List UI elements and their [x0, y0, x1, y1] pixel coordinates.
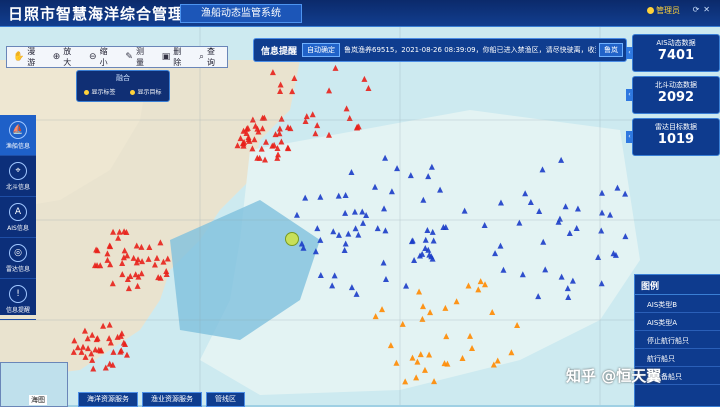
- legend-item: AIS类型B: [635, 295, 720, 313]
- stat-value: 7401: [657, 48, 695, 63]
- zoom-out-icon: ⊖: [89, 52, 97, 62]
- boat-icon: ⛵: [9, 120, 27, 139]
- minimap[interactable]: 海图: [0, 362, 68, 407]
- stat-label: 雷达目标数据: [655, 123, 697, 131]
- tool-label: 删除: [173, 47, 182, 67]
- location-pin-icon: ⌖: [9, 161, 27, 180]
- map-toolbar: ✋ 漫游 ⊕ 放大 ⊖ 缩小 ✎ 测量 ▣ 删除 ⌕ 查询: [6, 46, 228, 68]
- stat-label: 北斗动态数据: [655, 81, 697, 89]
- zoom-in-icon: ⊕: [52, 52, 61, 62]
- legend-item: AIS类型A: [635, 313, 720, 331]
- layer-option-labels[interactable]: 显示标签: [84, 87, 116, 96]
- ruler-icon: ✎: [125, 52, 133, 62]
- stat-label: AIS动态数据: [656, 39, 696, 47]
- sidebar-item-ais[interactable]: A AIS信息: [0, 197, 36, 238]
- delete-icon: ▣: [161, 52, 171, 62]
- tool-measure[interactable]: ✎ 测量: [119, 47, 155, 67]
- minimap-label: 海图: [29, 395, 47, 405]
- sidebar-item-label: 渔船信息: [5, 142, 30, 150]
- auto-confirm-button[interactable]: 自动确定: [302, 43, 341, 57]
- radio-icon: [84, 90, 90, 95]
- stat-value: 2092: [657, 90, 695, 105]
- header-bar: 日照市智慧海洋综合管理平台 渔船动态监管系统 管理员 ⟳✕: [0, 0, 720, 27]
- tool-zoom-out[interactable]: ⊖ 缩小: [83, 47, 119, 67]
- search-icon: ⌕: [198, 52, 205, 62]
- sidebar-item-label: 信息提醒: [5, 306, 30, 314]
- watermark: 知乎 @恒天翼: [566, 367, 662, 385]
- legend-item: 停止航行船只: [635, 331, 720, 349]
- tool-label: 查询: [207, 47, 216, 67]
- sidebar-item-fishing-boats[interactable]: ⛵ 渔船信息: [0, 115, 36, 156]
- window-controls[interactable]: ⟳✕: [693, 5, 714, 14]
- layer-option-label: 显示标签: [91, 89, 116, 96]
- user-icon: [647, 7, 654, 14]
- radar-icon: ◎: [9, 243, 27, 262]
- tool-label: 测量: [135, 47, 144, 67]
- sidebar-item-beidou[interactable]: ⌖ 北斗信息: [0, 156, 36, 197]
- stat-radar[interactable]: ‹ 雷达目标数据 1019: [626, 118, 720, 156]
- info-alert-label: 信息提醒: [261, 46, 298, 57]
- user-menu[interactable]: 管理员: [647, 5, 680, 16]
- stat-ais[interactable]: ‹ AIS动态数据 7401: [626, 34, 720, 72]
- refresh-icon[interactable]: ⟳: [693, 5, 704, 14]
- chevron-left-icon[interactable]: ‹: [626, 47, 633, 59]
- layer-fusion-panel: 融合 显示标签 显示目标: [76, 70, 170, 102]
- sidebar-item-radar[interactable]: ◎ 雷达信息: [0, 238, 36, 279]
- sidebar-item-label: 北斗信息: [5, 183, 30, 191]
- sidebar-item-alerts[interactable]: ! 信息提醒: [0, 279, 36, 320]
- stats-panel: ‹ AIS动态数据 7401 ‹ 北斗动态数据 2092 ‹ 雷达目标数据 1019: [626, 34, 720, 156]
- close-icon[interactable]: ✕: [703, 5, 714, 14]
- tool-delete[interactable]: ▣ 删除: [156, 47, 193, 67]
- sidebar-item-label: AIS信息: [7, 224, 29, 232]
- map-cursor-marker: [285, 232, 299, 246]
- info-alert-message: 鲁岚渔养69515，2021-08-26 08:39:09，你船已进入禁渔区，请…: [344, 46, 596, 54]
- chevron-left-icon[interactable]: ‹: [626, 131, 633, 143]
- hand-icon: ✋: [13, 52, 25, 62]
- tool-pan[interactable]: ✋ 漫游: [7, 47, 47, 67]
- sidebar-item-label: 雷达信息: [5, 265, 30, 273]
- layer-option-label: 显示目标: [137, 89, 162, 96]
- layer-option-targets[interactable]: 显示目标: [130, 87, 162, 96]
- chevron-left-icon[interactable]: ‹: [626, 89, 633, 101]
- radio-icon: [130, 90, 136, 95]
- layer-title: 融合: [116, 74, 130, 82]
- alert-icon: !: [9, 284, 27, 303]
- legend-title: 图例: [635, 275, 720, 295]
- ais-icon: A: [9, 202, 27, 221]
- stat-beidou[interactable]: ‹ 北斗动态数据 2092: [626, 76, 720, 114]
- tool-zoom-in[interactable]: ⊕ 放大: [47, 47, 83, 67]
- info-alert-bar: 信息提醒 自动确定 鲁岚渔养69515，2021-08-26 08:39:09，…: [253, 38, 627, 62]
- user-name: 管理员: [656, 6, 680, 15]
- subsystem-tab[interactable]: 渔船动态监管系统: [180, 4, 302, 23]
- tool-label: 放大: [63, 47, 72, 67]
- tool-search[interactable]: ⌕ 查询: [193, 47, 227, 67]
- stat-value: 1019: [657, 132, 695, 147]
- tool-label: 缩小: [99, 47, 108, 67]
- info-next-button[interactable]: 鲁岚: [599, 43, 623, 57]
- left-sidebar: ⛵ 渔船信息 ⌖ 北斗信息 A AIS信息 ◎ 雷达信息 ! 信息提醒: [0, 115, 36, 320]
- tool-label: 漫游: [27, 47, 36, 67]
- map-legend: 图例 AIS类型B AIS类型A 停止航行船只 航行船只 双设备船只: [634, 274, 720, 407]
